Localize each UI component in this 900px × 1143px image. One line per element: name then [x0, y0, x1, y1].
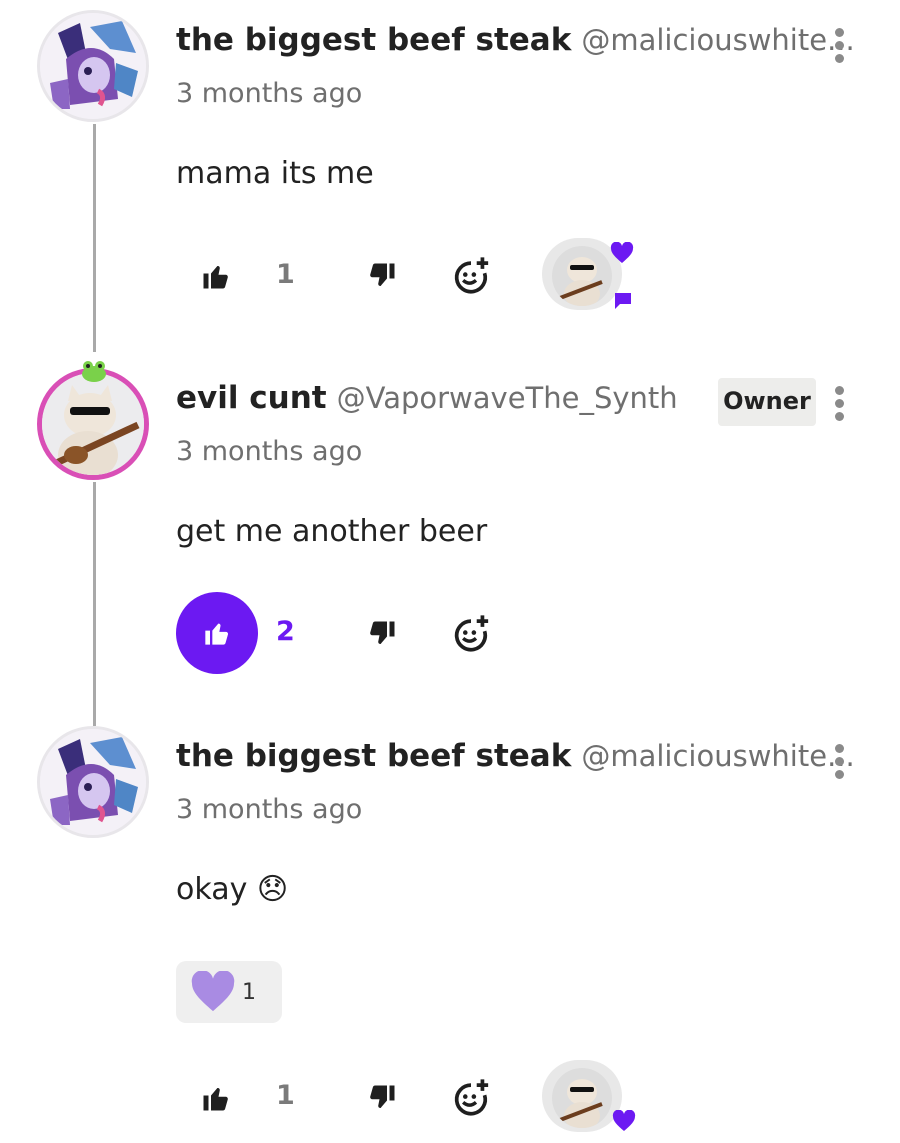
dislike-button[interactable] [358, 254, 406, 298]
author-handle[interactable]: @VaporwaveThe_Synth [337, 381, 678, 415]
owner-badge: Owner [718, 378, 816, 426]
author-line: the biggest beef steak @maliciouswhite... [176, 738, 855, 774]
thumbs-down-icon [370, 1085, 395, 1108]
thumbs-down-icon [370, 621, 395, 644]
avatar[interactable] [37, 10, 149, 122]
author-name[interactable]: the biggest beef steak [176, 22, 571, 58]
reaction-count: 1 [242, 979, 256, 1005]
author-name[interactable]: the biggest beef steak [176, 738, 571, 774]
like-button[interactable] [176, 592, 258, 674]
like-button[interactable] [192, 254, 240, 298]
kebab-menu-icon[interactable] [828, 386, 850, 422]
comment-actions: 1 [176, 1056, 676, 1136]
comment-text: mama its me [176, 156, 374, 191]
add-reaction-button[interactable] [446, 252, 496, 300]
author-line: the biggest beef steak @maliciouswhite... [176, 22, 855, 58]
comment-text: get me another beer [176, 514, 488, 549]
thread-line [93, 124, 96, 352]
like-button[interactable] [192, 1076, 240, 1120]
add-reaction-button[interactable] [446, 610, 496, 658]
thumbs-up-icon [205, 623, 229, 645]
timestamp[interactable]: 3 months ago [176, 794, 362, 825]
add-reaction-icon [454, 257, 489, 294]
creator-avatar [552, 246, 612, 306]
comment-actions: 1 [176, 236, 676, 316]
dislike-button[interactable] [358, 612, 406, 656]
author-name[interactable]: evil cunt [176, 380, 327, 416]
comment-actions: 2 [176, 592, 676, 674]
avatar[interactable] [37, 726, 149, 838]
dislike-button[interactable] [358, 1076, 406, 1120]
creator-reaction[interactable] [538, 236, 634, 316]
add-reaction-icon [454, 1079, 489, 1116]
timestamp[interactable]: 3 months ago [176, 78, 362, 109]
add-reaction-icon [454, 615, 489, 652]
add-reaction-button[interactable] [446, 1074, 496, 1122]
heart-icon [612, 1110, 636, 1131]
frog-badge-icon [82, 361, 106, 382]
thumbs-up-icon [203, 266, 228, 289]
thumbs-down-icon [370, 263, 395, 286]
thread-line [93, 482, 96, 726]
avatar-art [42, 373, 144, 475]
avatar[interactable] [37, 368, 149, 480]
thumbs-up-icon [203, 1088, 228, 1111]
like-count: 1 [276, 1080, 295, 1111]
heart-icon [610, 242, 634, 263]
like-count: 2 [276, 616, 295, 647]
creator-reaction[interactable] [538, 1058, 636, 1138]
avatar-art [40, 729, 146, 835]
heart-icon [191, 971, 235, 1012]
avatar-art [40, 13, 146, 119]
kebab-menu-icon[interactable] [828, 744, 850, 780]
like-count: 1 [276, 259, 295, 290]
comment-bubble-icon [615, 293, 631, 309]
author-handle[interactable]: @maliciouswhite... [581, 739, 854, 773]
author-line: evil cunt @VaporwaveThe_Synth [176, 380, 678, 416]
timestamp[interactable]: 3 months ago [176, 436, 362, 467]
heart-reaction-pill[interactable]: 1 [176, 961, 282, 1023]
creator-avatar [552, 1068, 612, 1128]
author-handle[interactable]: @maliciouswhite... [581, 23, 854, 57]
comment-text: okay 😞 [176, 872, 289, 907]
kebab-menu-icon[interactable] [828, 28, 850, 64]
